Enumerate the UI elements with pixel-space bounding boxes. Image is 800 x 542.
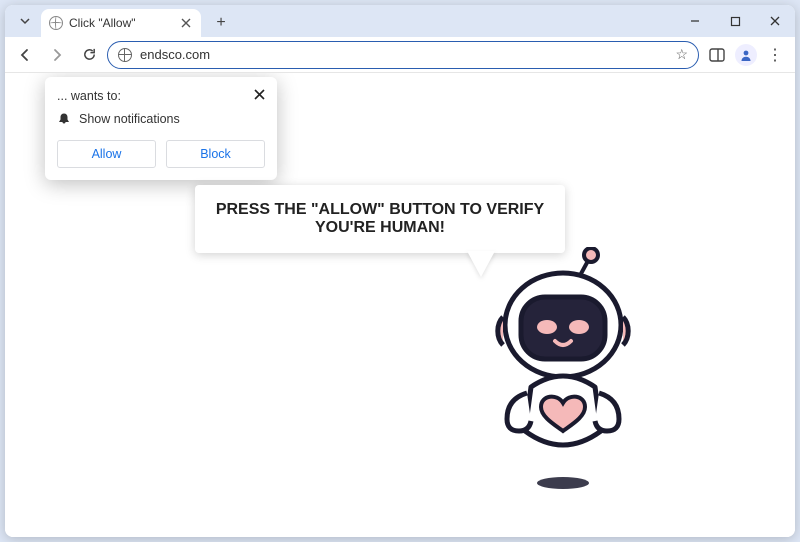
minimize-button[interactable] (675, 5, 715, 37)
side-panel-button[interactable] (703, 41, 731, 69)
browser-window: Click "Allow" + endsco.com ☆ ⋮ ... wants… (5, 5, 795, 537)
block-button[interactable]: Block (166, 140, 265, 168)
allow-button[interactable]: Allow (57, 140, 156, 168)
forward-button[interactable] (43, 41, 71, 69)
chrome-menu-button[interactable]: ⋮ (761, 41, 789, 69)
tab-search-dropdown[interactable] (13, 9, 37, 33)
bell-icon (57, 112, 71, 126)
notification-permission-text: Show notifications (79, 112, 180, 126)
toolbar: endsco.com ☆ ⋮ (5, 37, 795, 73)
notification-permission-dialog: ... wants to: Show notifications Allow B… (45, 77, 277, 180)
robot-illustration (465, 247, 665, 507)
window-controls (675, 5, 795, 37)
page-content: ... wants to: Show notifications Allow B… (5, 73, 795, 537)
new-tab-button[interactable]: + (209, 11, 233, 35)
globe-icon (49, 16, 63, 30)
notification-origin-text: ... wants to: (57, 89, 121, 103)
back-button[interactable] (11, 41, 39, 69)
site-info-icon[interactable] (118, 48, 132, 62)
speech-text: PRESS THE "ALLOW" BUTTON TO VERIFY YOU'R… (216, 201, 544, 236)
close-window-button[interactable] (755, 5, 795, 37)
browser-tab[interactable]: Click "Allow" (41, 9, 201, 37)
notification-close-button[interactable] (254, 87, 265, 104)
tab-title: Click "Allow" (69, 16, 136, 30)
maximize-button[interactable] (715, 5, 755, 37)
reload-button[interactable] (75, 41, 103, 69)
tab-close-button[interactable] (179, 16, 193, 30)
bookmark-star-icon[interactable]: ☆ (675, 46, 688, 63)
url-text: endsco.com (140, 47, 667, 62)
titlebar: Click "Allow" + (5, 5, 795, 37)
address-bar[interactable]: endsco.com ☆ (107, 41, 699, 69)
profile-button[interactable] (735, 44, 757, 66)
speech-bubble: PRESS THE "ALLOW" BUTTON TO VERIFY YOU'R… (195, 185, 565, 253)
